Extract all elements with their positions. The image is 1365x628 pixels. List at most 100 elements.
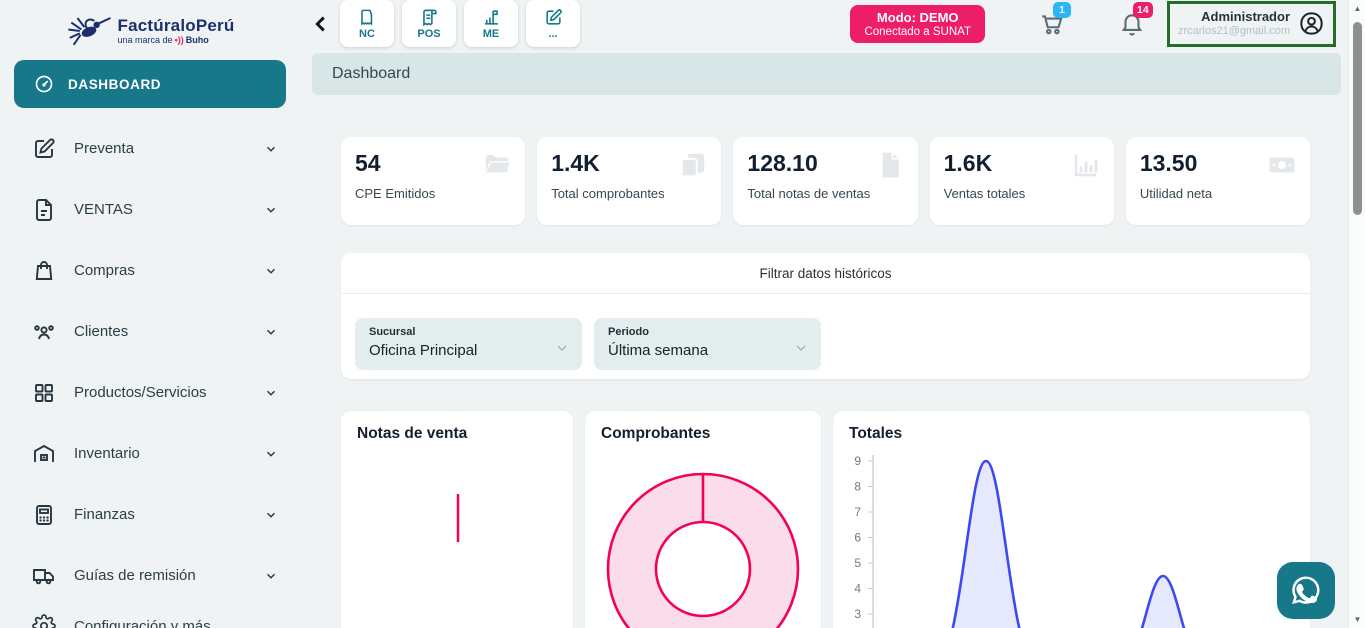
brand-tagline: una marca de •)) Buho — [118, 36, 235, 45]
quick-button-me[interactable]: ME — [464, 0, 518, 47]
gear-icon — [32, 614, 56, 628]
speedometer-icon — [34, 74, 54, 94]
buho-mark-icon: •)) — [175, 36, 184, 45]
comprobantes-donut-chart — [585, 411, 821, 628]
sidebar-item-label: DASHBOARD — [68, 77, 161, 92]
quick-buttons: NC POS ME . — [340, 0, 580, 47]
account-circle-icon — [1298, 10, 1325, 37]
sucursal-select[interactable]: Sucursal Oficina Principal — [355, 318, 582, 370]
y-tick-label: 6 — [854, 531, 861, 545]
vertical-scrollbar[interactable]: ▲ ▼ — [1348, 0, 1365, 628]
select-value: Oficina Principal — [369, 342, 568, 359]
mode-badge-line2: Conectado a SUNAT — [864, 26, 971, 38]
select-value: Última semana — [608, 342, 807, 359]
notifications-button[interactable]: 14 — [1119, 11, 1145, 37]
notas-de-venta-line-chart — [341, 411, 573, 628]
quick-button-label: POS — [417, 28, 440, 40]
totales-area-chart: 9 8 7 6 5 4 3 — [833, 411, 1310, 628]
folder-icon — [482, 150, 512, 180]
sidebar-item-label: Guías de remisión — [74, 567, 264, 584]
stat-card-total-comprobantes: 1.4K Total comprobantes — [537, 137, 721, 225]
quick-button-pos[interactable]: POS — [402, 0, 456, 47]
charts-row: Notas de venta Comprobantes Totales — [341, 411, 1310, 628]
sidebar-item-dashboard[interactable]: DASHBOARD — [14, 60, 286, 108]
y-tick-label: 3 — [854, 607, 861, 621]
sidebar-item-label: Clientes — [74, 323, 264, 340]
document-icon — [32, 198, 56, 222]
user-menu[interactable]: Administrador zrcarlos21@gmail.com — [1167, 1, 1336, 47]
note-document-icon — [358, 8, 377, 27]
main-area: NC POS ME . — [300, 0, 1365, 628]
user-name: Administrador — [1178, 9, 1290, 25]
sidebar-item-label: Finanzas — [74, 506, 264, 523]
periodo-select[interactable]: Periodo Última semana — [594, 318, 821, 370]
sidebar-item-ventas[interactable]: VENTAS — [0, 179, 300, 240]
scroll-down-icon[interactable]: ▼ — [1349, 615, 1365, 624]
chevron-down-icon — [264, 325, 278, 339]
chevron-down-icon — [264, 264, 278, 278]
chevron-down-icon — [264, 447, 278, 461]
sidebar-item-compras[interactable]: Compras — [0, 240, 300, 301]
grid-icon — [32, 381, 56, 405]
sidebar-item-preventa[interactable]: Preventa — [0, 118, 300, 179]
quick-button-label: ME — [483, 28, 500, 40]
shopping-bag-icon — [32, 259, 56, 283]
money-icon — [1267, 150, 1297, 180]
chevron-down-icon — [554, 340, 570, 356]
copy-icon — [678, 150, 708, 180]
demo-mode-badge[interactable]: Modo: DEMO Conectado a SUNAT — [850, 5, 985, 43]
chart-title: Comprobantes — [585, 411, 821, 443]
bar-chart-icon — [1071, 150, 1101, 180]
nazca-hummingbird-icon — [66, 11, 112, 51]
topbar: NC POS ME . — [300, 0, 1348, 47]
truck-icon — [32, 564, 56, 588]
receipt-icon — [420, 8, 439, 27]
stat-card-total-notas-ventas: 128.10 Total notas de ventas — [733, 137, 917, 225]
sidebar-item-finanzas[interactable]: Finanzas — [0, 484, 300, 545]
cart-count-badge: 1 — [1053, 2, 1071, 18]
warehouse-icon — [32, 442, 56, 466]
page-title-bar: Dashboard — [300, 47, 1348, 95]
stat-label: Utilidad neta — [1140, 186, 1296, 201]
whatsapp-icon — [1288, 573, 1324, 609]
chevron-down-icon — [264, 203, 278, 217]
scrollbar-thumb[interactable] — [1353, 22, 1362, 215]
sidebar-item-guias-remision[interactable]: Guías de remisión — [0, 545, 300, 606]
stat-label: CPE Emitidos — [355, 186, 511, 201]
chevron-down-icon — [264, 142, 278, 156]
edit-icon — [32, 137, 56, 161]
sidebar-item-label: VENTAS — [74, 201, 264, 218]
quick-button-label: NC — [359, 28, 375, 40]
chart-title: Totales — [833, 411, 1310, 443]
topbar-right: Modo: DEMO Conectado a SUNAT 1 14 — [850, 1, 1336, 47]
stat-card-utilidad-neta: 13.50 Utilidad neta — [1126, 137, 1310, 225]
y-tick-label: 9 — [854, 454, 861, 468]
stat-card-ventas-totales: 1.6K Ventas totales — [930, 137, 1114, 225]
cart-button[interactable]: 1 — [1039, 11, 1065, 37]
chart-card-notas-de-venta: Notas de venta — [341, 411, 573, 628]
sidebar-item-label: Preventa — [74, 140, 264, 157]
calculator-icon — [32, 503, 56, 527]
collapse-sidebar-icon[interactable] — [310, 13, 332, 35]
scroll-up-icon[interactable]: ▲ — [1349, 4, 1365, 13]
sidebar-item-label: Compras — [74, 262, 264, 279]
brand-logo[interactable]: FactúraloPerú una marca de •)) Buho — [0, 6, 300, 56]
chart-card-comprobantes: Comprobantes — [585, 411, 821, 628]
stats-row: 54 CPE Emitidos 1.4K Total comprobantes … — [341, 137, 1310, 225]
sidebar: FactúraloPerú una marca de •)) Buho DASH… — [0, 0, 300, 628]
quick-button-more[interactable]: ... — [526, 0, 580, 47]
user-email: zrcarlos21@gmail.com — [1178, 25, 1290, 39]
sidebar-item-clientes[interactable]: Clientes — [0, 301, 300, 362]
quick-button-nc[interactable]: NC — [340, 0, 394, 47]
sidebar-item-inventario[interactable]: Inventario — [0, 423, 300, 484]
quick-button-label: ... — [548, 28, 557, 40]
whatsapp-button[interactable] — [1277, 562, 1335, 619]
emissions-chart-icon — [482, 8, 501, 27]
sidebar-item-configuracion[interactable]: Configuración y más — [0, 606, 300, 628]
sidebar-item-productos-servicios[interactable]: Productos/Servicios — [0, 362, 300, 423]
page-title: Dashboard — [312, 53, 1341, 95]
stat-card-cpe-emitidos: 54 CPE Emitidos — [341, 137, 525, 225]
dashboard-content: 54 CPE Emitidos 1.4K Total comprobantes … — [300, 95, 1348, 628]
y-tick-label: 7 — [854, 505, 861, 519]
sidebar-item-label: Configuración y más — [74, 618, 278, 628]
